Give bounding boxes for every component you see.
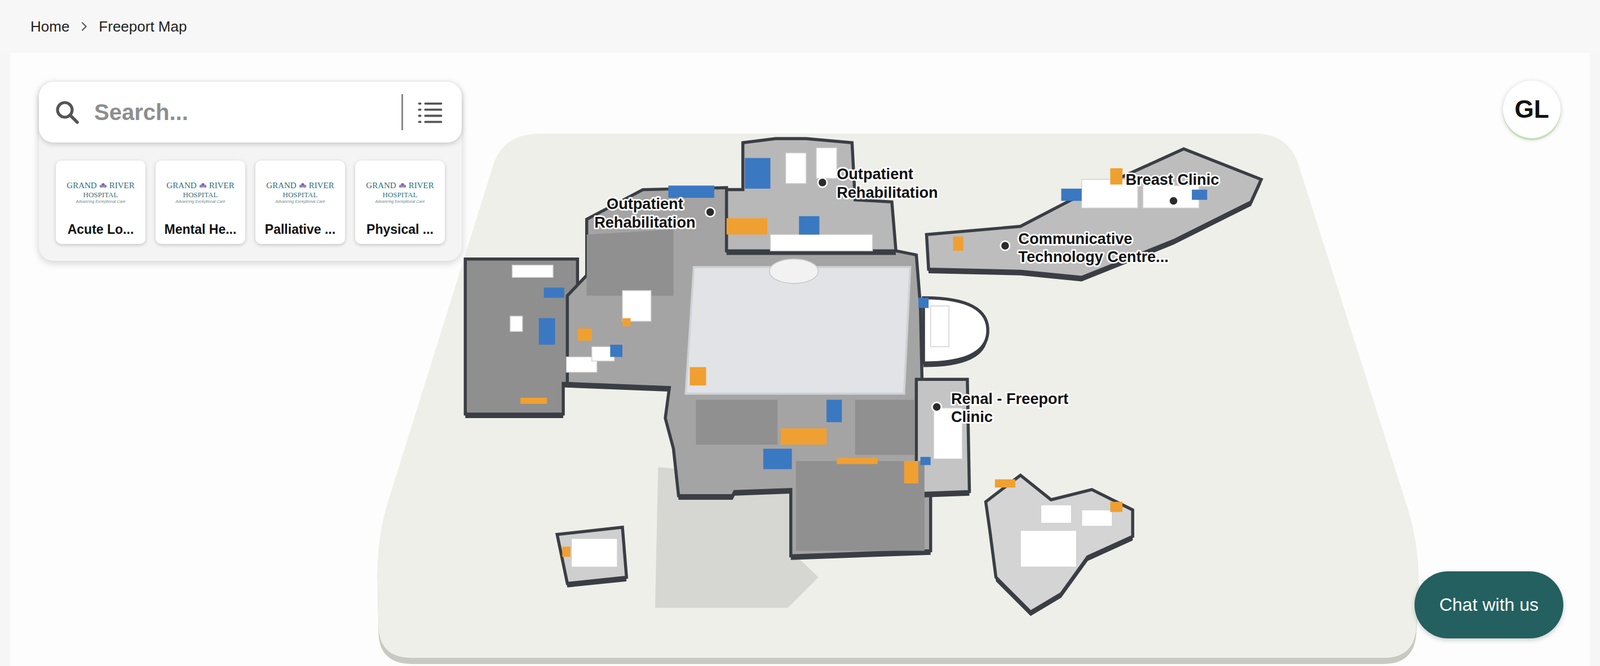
service-block[interactable]	[780, 428, 827, 445]
category-label: Mental He...	[164, 222, 237, 238]
category-label: Palliative ...	[264, 222, 336, 238]
map-label[interactable]: OutpatientRehabilitation	[594, 195, 715, 232]
map-label[interactable]: OutpatientRehabilitation	[818, 165, 939, 202]
room[interactable]	[816, 147, 837, 179]
base-plate	[377, 133, 1420, 659]
chat-button[interactable]: Chat with us	[1414, 571, 1564, 639]
hospital-logo: GRANDRIVERHOSPITALAdvancing Exceptional …	[266, 180, 334, 204]
breadcrumb-item[interactable]: Home	[30, 18, 70, 36]
washroom-block[interactable]	[918, 297, 929, 308]
pin-icon[interactable]	[1168, 196, 1178, 206]
map-label[interactable]: Breast Clinic	[1125, 170, 1219, 206]
category-label: Physical ...	[366, 222, 434, 238]
department-zone[interactable]	[586, 229, 674, 296]
washroom-block[interactable]	[744, 157, 771, 189]
west-wing[interactable]	[465, 259, 578, 415]
map-label-text[interactable]: OutpatientRehabilitation	[836, 165, 938, 202]
category-label: Acute Lo...	[67, 222, 135, 238]
pin-icon[interactable]	[1000, 241, 1010, 251]
room[interactable]	[770, 234, 873, 251]
pin-icon[interactable]	[705, 207, 715, 217]
atrium	[769, 259, 819, 284]
flower-icon	[397, 182, 408, 190]
divider	[401, 94, 404, 131]
service-block[interactable]	[953, 236, 964, 251]
map-label-text[interactable]: Breast Clinic	[1125, 170, 1219, 189]
service-block[interactable]	[690, 367, 707, 387]
map-label-text[interactable]: OutpatientRehabilitation	[594, 195, 696, 232]
hospital-logo: GRANDRIVERHOSPITALAdvancing Exceptional …	[66, 180, 135, 204]
list-icon[interactable]	[415, 97, 445, 127]
washroom-block[interactable]	[763, 448, 793, 470]
room[interactable]	[785, 152, 807, 184]
washroom-block[interactable]	[610, 345, 623, 358]
map-label[interactable]: Renal - FreeportClinic	[931, 390, 1069, 427]
map-label[interactable]: CommunicativeTechnology Centre...	[1000, 230, 1169, 267]
map-page: Home Freeport Map OutpatientRehabilitation…	[0, 0, 1600, 666]
service-block[interactable]	[1110, 168, 1123, 185]
service-block[interactable]	[1110, 502, 1123, 513]
flower-icon	[297, 182, 308, 190]
category-card[interactable]: GRANDRIVERHOSPITALAdvancing Exceptional …	[55, 160, 146, 245]
washroom-block[interactable]	[798, 216, 820, 236]
pin-icon[interactable]	[818, 178, 828, 188]
map-view[interactable]: OutpatientRehabilitation OutpatientRehabi…	[10, 52, 1590, 666]
washroom-block[interactable]	[920, 457, 931, 466]
southeast-building[interactable]	[985, 475, 1133, 613]
service-block[interactable]	[904, 461, 919, 484]
northeast-wing[interactable]	[926, 148, 1262, 278]
courtyard	[685, 267, 910, 394]
search-input[interactable]	[93, 99, 390, 126]
room[interactable]	[1081, 510, 1113, 527]
washroom-block[interactable]	[1061, 188, 1082, 202]
washroom-block[interactable]	[826, 400, 842, 423]
chevron-right-icon	[80, 20, 88, 33]
service-block[interactable]	[836, 458, 878, 465]
annex[interactable]	[557, 527, 627, 585]
service-block[interactable]	[562, 546, 570, 558]
breadcrumb: Home Freeport Map	[0, 0, 1600, 53]
service-block[interactable]	[726, 218, 768, 235]
category-card[interactable]: GRANDRIVERHOSPITALAdvancing Exceptional …	[355, 160, 445, 245]
washroom-block[interactable]	[544, 287, 565, 298]
pin-icon[interactable]	[931, 402, 941, 412]
department-zone[interactable]	[855, 400, 915, 456]
category-list: GRANDRIVERHOSPITALAdvancing Exceptional …	[38, 142, 462, 245]
magnifier-icon	[53, 98, 81, 126]
service-block[interactable]	[995, 479, 1016, 488]
hospital-logo: GRANDRIVERHOSPITALAdvancing Exceptional …	[166, 180, 234, 204]
room[interactable]	[622, 290, 652, 322]
rotunda[interactable]	[923, 297, 988, 364]
room[interactable]	[1142, 185, 1200, 209]
room[interactable]	[571, 538, 618, 568]
user-avatar[interactable]: GL	[1503, 80, 1561, 139]
map-label-text[interactable]: Renal - FreeportClinic	[951, 390, 1069, 427]
room[interactable]	[510, 316, 523, 332]
washroom-block[interactable]	[538, 318, 556, 346]
category-card[interactable]: GRANDRIVERHOSPITALAdvancing Exceptional …	[155, 160, 246, 245]
service-block[interactable]	[577, 328, 592, 342]
service-block[interactable]	[520, 398, 547, 405]
room[interactable]	[512, 265, 554, 278]
search-panel: GRANDRIVERHOSPITALAdvancing Exceptional …	[38, 81, 462, 262]
room[interactable]	[930, 306, 950, 347]
category-card[interactable]: GRANDRIVERHOSPITALAdvancing Exceptional …	[255, 160, 346, 245]
department-zone[interactable]	[796, 461, 925, 551]
washroom-block[interactable]	[1191, 189, 1208, 201]
hospital-logo: GRANDRIVERHOSPITALAdvancing Exceptional …	[365, 180, 434, 204]
search-bar	[38, 81, 462, 143]
flower-icon	[98, 182, 109, 190]
map-label-text[interactable]: CommunicativeTechnology Centre...	[1018, 230, 1169, 267]
breadcrumb-item[interactable]: Freeport Map	[98, 18, 187, 36]
flower-icon	[197, 182, 209, 190]
department-zone[interactable]	[695, 400, 778, 446]
room[interactable]	[1040, 505, 1072, 524]
room[interactable]	[1020, 530, 1077, 568]
service-block[interactable]	[622, 318, 631, 327]
